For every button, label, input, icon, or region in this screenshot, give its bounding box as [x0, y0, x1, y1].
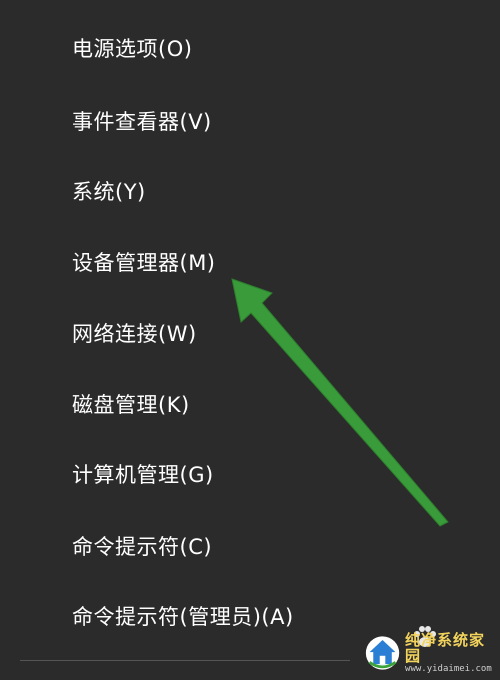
menu-item-computer-management[interactable]: 计算机管理(G) — [0, 446, 470, 502]
context-menu: 电源选项(O) 事件查看器(V) 系统(Y) 设备管理器(M) 网络连接(W) … — [0, 0, 500, 680]
watermark-title: 纯净系统家园 — [405, 630, 486, 666]
watermark-url: www.yidaimei.com — [405, 663, 492, 674]
menu-item-label: 网络连接(W) — [72, 322, 197, 346]
watermark: 纯净系统家园 www.yidaimei.com — [364, 630, 494, 676]
menu-item-event-viewer[interactable]: 事件查看器(V) — [0, 93, 470, 149]
menu-item-device-manager[interactable]: 设备管理器(M) — [0, 234, 470, 290]
menu-item-disk-management[interactable]: 磁盘管理(K) — [0, 376, 470, 432]
menu-item-system[interactable]: 系统(Y) — [0, 163, 470, 219]
menu-item-label: 命令提示符(管理员)(A) — [72, 605, 294, 629]
menu-item-label: 电源选项(O) — [72, 37, 193, 61]
menu-item-power-options[interactable]: 电源选项(O) — [0, 20, 470, 76]
menu-divider — [20, 660, 350, 661]
menu-item-label: 磁盘管理(K) — [72, 393, 190, 417]
house-logo-icon — [365, 636, 400, 670]
menu-item-label: 命令提示符(C) — [72, 535, 213, 559]
menu-item-label: 事件查看器(V) — [72, 110, 212, 134]
menu-item-command-prompt[interactable]: 命令提示符(C) — [0, 518, 470, 574]
menu-item-network-connections[interactable]: 网络连接(W) — [0, 305, 470, 361]
menu-item-label: 计算机管理(G) — [72, 463, 214, 487]
menu-item-label: 系统(Y) — [72, 180, 146, 204]
menu-item-label: 设备管理器(M) — [72, 251, 216, 275]
